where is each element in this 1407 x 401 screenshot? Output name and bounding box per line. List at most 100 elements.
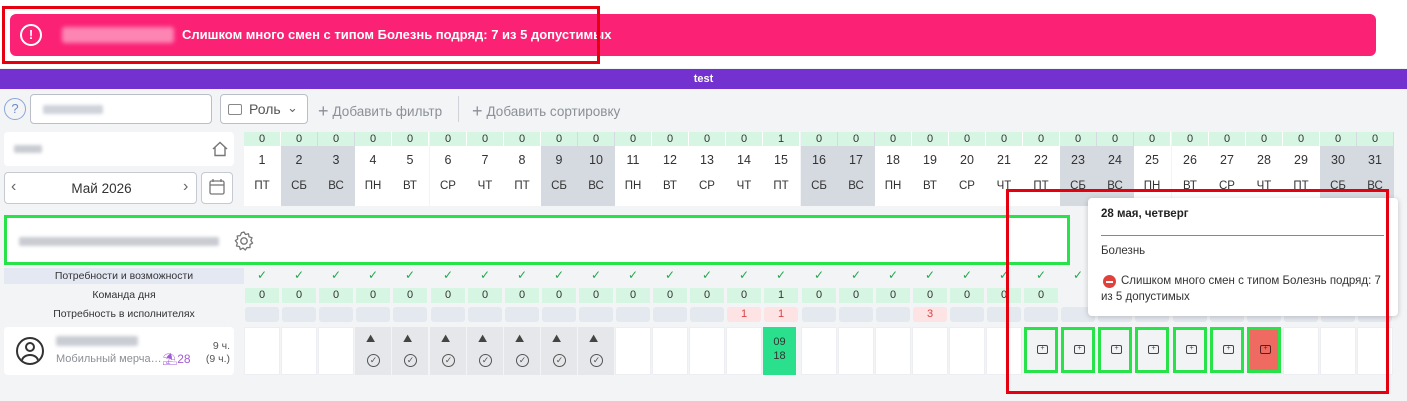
day-count: 0 [726, 132, 762, 146]
day-number: 29 [1294, 153, 1308, 167]
day-column[interactable]: 0 19 ВТ [912, 132, 949, 206]
day-count: 0 [430, 132, 466, 146]
check-icon: ✓ [404, 268, 416, 282]
day-column[interactable]: 0 7 ЧТ [467, 132, 504, 206]
calendar-button[interactable] [201, 172, 233, 204]
day-number: 30 [1331, 153, 1345, 167]
shift-cell[interactable] [652, 327, 688, 375]
day-weekday: СР [959, 180, 975, 192]
check-icon: ✓ [961, 268, 973, 282]
shift-cell[interactable] [726, 327, 762, 375]
need-cell [542, 307, 576, 322]
alert-area: ! Слишком много смен с типом Болезнь под… [0, 0, 1407, 68]
schedule-title: test [0, 69, 1407, 89]
add-filter-button[interactable]: + Добавить фильтр [318, 100, 442, 121]
shift-cell[interactable] [615, 327, 651, 375]
day-column[interactable]: 0 8 ПТ [504, 132, 541, 206]
shift-cell[interactable] [912, 327, 948, 375]
day-column[interactable]: 0 13 СР [689, 132, 726, 206]
shift-cell[interactable] [689, 327, 725, 375]
shift-cell[interactable]: ⛰ ✓ [430, 327, 466, 375]
home-icon[interactable] [211, 140, 229, 158]
shift-cell[interactable] [281, 327, 317, 375]
hours-total: 9 ч. [212, 340, 230, 352]
day-column[interactable]: 0 18 ПН [875, 132, 912, 206]
day-weekday: ПН [884, 180, 902, 192]
help-icon[interactable]: ? [4, 98, 26, 120]
next-month-button[interactable]: › [183, 178, 188, 196]
day-column[interactable]: 0 6 СР [430, 132, 467, 206]
need-cell [802, 307, 836, 322]
day-column[interactable]: 0 11 ПН [615, 132, 652, 206]
team-cell: 0 [839, 288, 873, 303]
need-cell [393, 307, 427, 322]
shift-cell[interactable]: ⛰ ✓ [392, 327, 428, 375]
day-weekday: СБ [811, 180, 827, 192]
day-number: 31 [1368, 153, 1382, 167]
day-number: 22 [1034, 153, 1048, 167]
need-cell [356, 307, 390, 322]
check-icon: ✓ [924, 268, 936, 282]
shift-cell[interactable] [244, 327, 280, 375]
team-cell: 0 [690, 288, 724, 303]
check-circle-icon: ✓ [479, 354, 492, 367]
team-cell: 0 [319, 288, 353, 303]
day-column[interactable]: 0 16 СБ [801, 132, 838, 206]
day-column[interactable]: 0 5 ВТ [392, 132, 429, 206]
vacation-icon: ⛰ [366, 333, 376, 345]
shift-cell[interactable] [318, 327, 354, 375]
month-selector: ‹ Май 2026 › [4, 172, 197, 204]
shift-cell[interactable]: ⛰ ✓ [541, 327, 577, 375]
day-weekday: ПТ [254, 180, 270, 192]
shift-start: 09 [773, 336, 786, 348]
shift-cell[interactable] [875, 327, 911, 375]
shift-cell[interactable] [801, 327, 837, 375]
shift-cell[interactable] [838, 327, 874, 375]
day-number: 3 [332, 153, 340, 167]
check-icon: ✓ [367, 268, 379, 282]
day-column[interactable]: 1 15 ПТ [763, 132, 800, 206]
day-column[interactable]: 0 14 ЧТ [726, 132, 763, 206]
store-selector[interactable] [4, 132, 234, 166]
day-weekday: ВС [328, 180, 344, 192]
day-count: 0 [541, 132, 577, 146]
day-number: 15 [774, 153, 788, 167]
check-icon: ✓ [813, 268, 825, 282]
shift-cell[interactable]: ⛰ ✓ [355, 327, 391, 375]
shift-cell[interactable]: ⛰ ✓ [578, 327, 614, 375]
day-weekday: ПТ [514, 180, 530, 192]
day-column[interactable]: 0 12 ВТ [652, 132, 689, 206]
add-sort-button[interactable]: + Добавить сортировку [472, 100, 620, 121]
shift-cell[interactable]: ⛰ ✓ [504, 327, 540, 375]
day-count: 1 [763, 132, 799, 146]
search-input[interactable] [30, 94, 212, 124]
day-column[interactable]: 0 20 СР [949, 132, 986, 206]
day-column[interactable]: 0 2 СБ [281, 132, 318, 206]
shift-cell[interactable] [949, 327, 985, 375]
day-number: 24 [1108, 153, 1122, 167]
day-count: 0 [1172, 132, 1208, 146]
need-cell [653, 307, 687, 322]
gear-icon[interactable] [233, 230, 255, 252]
day-number: 11 [626, 153, 640, 167]
day-column[interactable]: 0 17 ВС [838, 132, 875, 206]
day-column[interactable]: 0 3 ВС [318, 132, 355, 206]
day-column[interactable]: 0 4 ПН [355, 132, 392, 206]
day-column[interactable]: 0 10 ВС [578, 132, 615, 206]
shift-cell[interactable]: ⛰ ✓ [467, 327, 503, 375]
vacation-icon: ⛰ [441, 333, 451, 345]
day-number: 12 [663, 153, 677, 167]
shift-block[interactable]: 09 18 [763, 327, 796, 375]
team-cell: 0 [282, 288, 316, 303]
day-count: 0 [1060, 132, 1096, 146]
day-column[interactable]: 0 1 ПТ [244, 132, 281, 206]
day-count: 0 [1283, 132, 1319, 146]
employee-card[interactable]: Мобильный мерча… ⛱28 9 ч. (9 ч.) [4, 327, 234, 375]
day-count: 0 [355, 132, 391, 146]
check-icon: ✓ [627, 268, 639, 282]
role-dropdown[interactable]: Роль ⌄ [220, 94, 308, 124]
day-column[interactable]: 0 9 СБ [541, 132, 578, 206]
calendar-icon [209, 179, 225, 195]
day-count: 0 [875, 132, 911, 146]
day-count: 0 [1246, 132, 1282, 146]
